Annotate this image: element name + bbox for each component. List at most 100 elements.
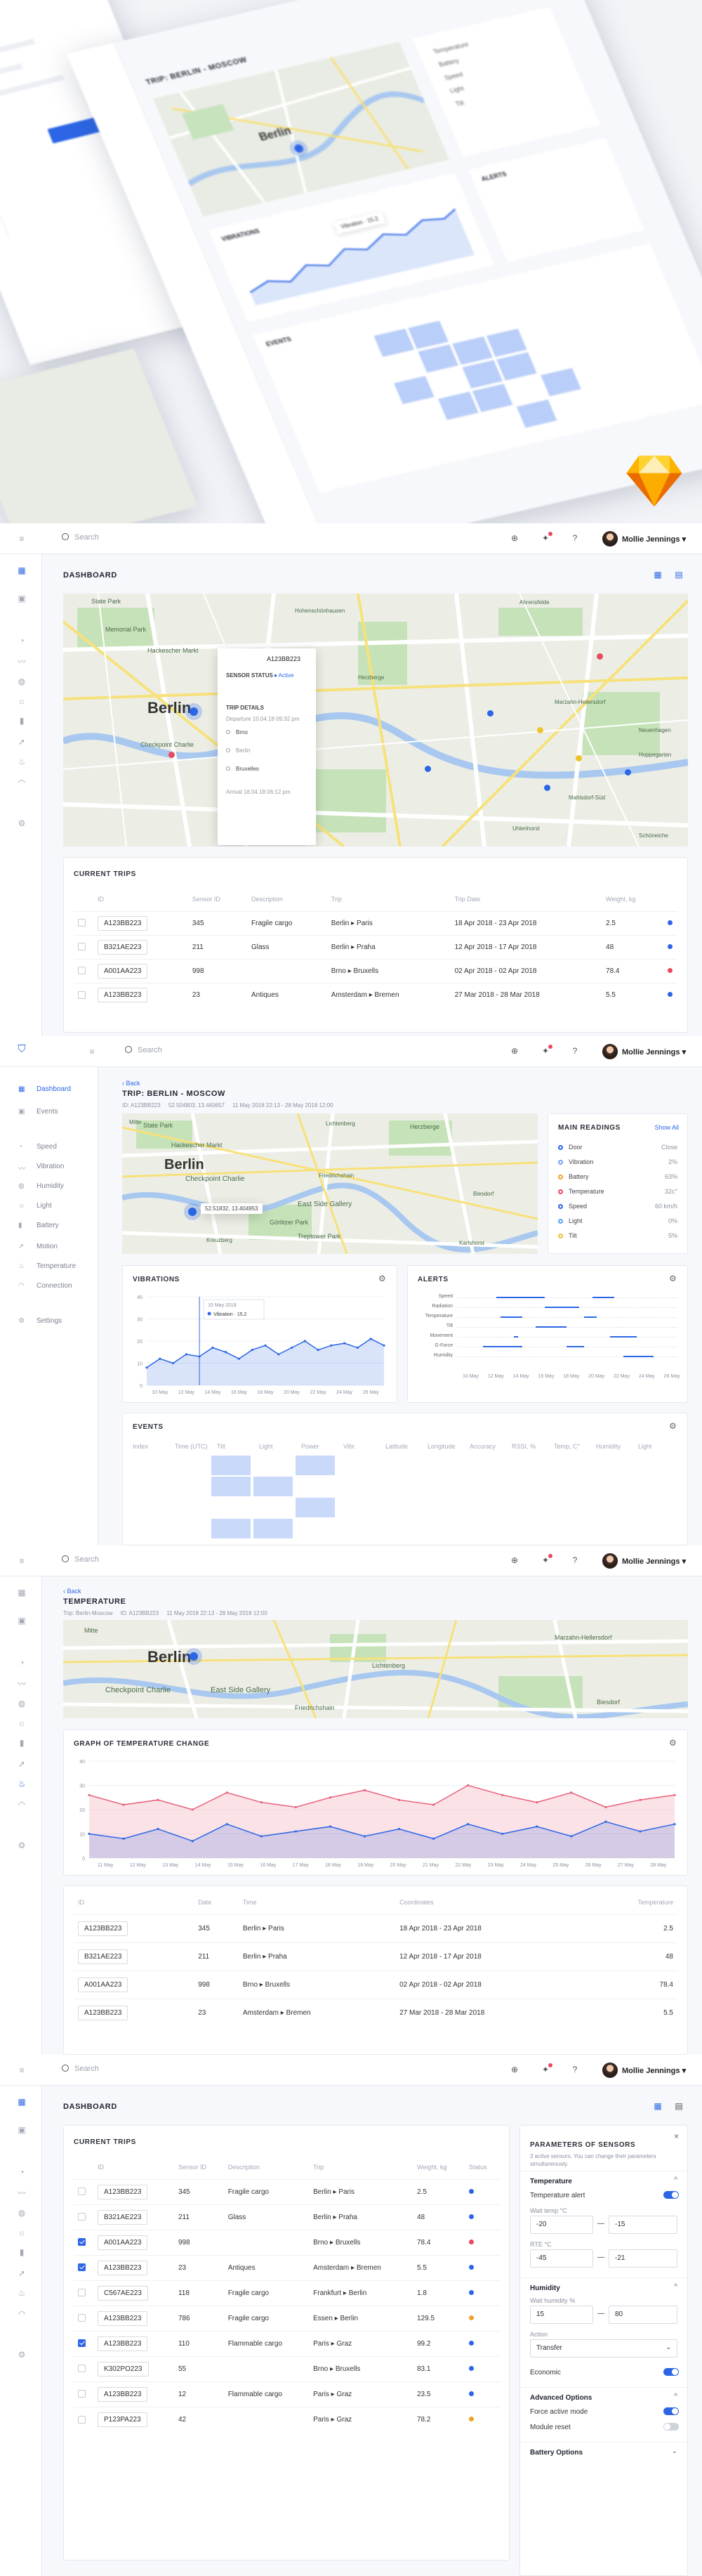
column-header[interactable]: ID — [93, 2155, 174, 2179]
column-header[interactable]: Weight, kg — [413, 2155, 465, 2179]
chevron-up-icon[interactable]: ^ — [674, 2176, 677, 2184]
trip-id[interactable]: A123BB223 — [98, 987, 148, 1002]
data-point[interactable] — [673, 1823, 676, 1826]
alert-span[interactable] — [536, 1326, 567, 1328]
data-point[interactable] — [157, 1828, 159, 1831]
column-header[interactable]: Description — [247, 887, 327, 911]
events-column-header[interactable]: Longitude — [428, 1443, 456, 1450]
alert-span[interactable] — [566, 1346, 584, 1347]
data-point[interactable] — [157, 1798, 159, 1801]
light-icon[interactable]: ☼ — [17, 1718, 27, 1728]
trip-id[interactable]: C567AE223 — [98, 2285, 148, 2301]
user-menu[interactable]: Mollie Jennings ▾ — [622, 1047, 686, 1057]
action-select[interactable]: Transfer ⌄ — [530, 2339, 677, 2358]
trip-id[interactable]: A123BB223 — [78, 2005, 128, 2020]
data-point[interactable] — [211, 1346, 214, 1349]
table-row[interactable]: A123BB223 345 Fragile cargo Berlin ▸ Paris 1… — [74, 910, 677, 935]
avatar[interactable] — [602, 2062, 618, 2078]
events-column-header[interactable]: Latitude — [385, 1443, 408, 1450]
data-point[interactable] — [159, 1357, 161, 1360]
data-point[interactable] — [673, 1793, 676, 1796]
table-row[interactable]: B321AE223 211 Glass Berlin ▸ Praha 48 — [74, 2204, 501, 2230]
table-row[interactable]: A123BB223 345 Berlin ▸ Paris 18 Apr 2018 - … — [74, 1914, 677, 1942]
trip-id[interactable]: A123BB223 — [98, 2260, 148, 2275]
data-point[interactable] — [363, 1789, 366, 1791]
data-point[interactable] — [343, 1342, 346, 1345]
avatar[interactable] — [602, 531, 618, 547]
column-header[interactable]: Time — [239, 1890, 395, 1914]
events-heat-cell[interactable] — [211, 1456, 251, 1475]
events-heat-cell[interactable] — [296, 1498, 335, 1517]
data-point[interactable] — [501, 1832, 504, 1836]
back-link[interactable]: ‹ Back — [122, 1080, 140, 1087]
humidity-section-header[interactable]: Humidity — [530, 2284, 560, 2292]
column-header[interactable]: Status — [465, 2155, 501, 2179]
events-column-header[interactable]: Temp, C° — [554, 1443, 580, 1450]
add-user-icon[interactable]: ⊕ — [510, 2065, 519, 2074]
row-checkbox-cell[interactable] — [74, 2254, 93, 2280]
alert-span[interactable] — [610, 1336, 637, 1338]
economic-toggle[interactable] — [663, 2368, 679, 2376]
add-user-icon[interactable]: ⊕ — [510, 1046, 519, 1056]
events-column-header[interactable]: Power — [301, 1443, 319, 1450]
data-point[interactable] — [432, 1803, 435, 1806]
gear-icon[interactable]: ⚙ — [669, 1274, 677, 1283]
column-header[interactable]: Date — [194, 1890, 239, 1914]
table-row[interactable]: A123BB223 786 Fragile cargo Essen ▸ Berlin 1… — [74, 2305, 501, 2331]
data-point[interactable] — [251, 1349, 253, 1352]
speed-icon[interactable]: ◔ — [17, 636, 27, 646]
row-checkbox-cell[interactable] — [74, 2229, 93, 2255]
search-input[interactable]: Search — [62, 1555, 99, 1564]
trip-id[interactable]: B321AE223 — [98, 2209, 148, 2225]
column-header[interactable]: Trip — [327, 887, 451, 911]
data-point[interactable] — [191, 1840, 194, 1843]
column-header[interactable]: Weight, kg — [602, 887, 663, 911]
temperature-alert-toggle[interactable] — [663, 2191, 679, 2199]
table-row[interactable]: K302PO223 55 Brno ▸ Bruxells 83.1 — [74, 2355, 501, 2381]
grid-icon[interactable]: ▦ — [17, 565, 27, 575]
data-point[interactable] — [225, 1351, 227, 1354]
calendar-icon[interactable]: ▣ — [17, 2125, 27, 2135]
nav-item-vibration[interactable]: 〰 Vibration — [18, 1163, 64, 1173]
temperature-section-header[interactable]: Temperature — [530, 2178, 572, 2185]
settings-icon[interactable]: ⚙ — [17, 2350, 27, 2360]
data-point[interactable] — [369, 1338, 372, 1340]
events-column-header[interactable]: Humidity — [596, 1443, 621, 1450]
column-header[interactable]: ID — [93, 887, 188, 911]
column-header[interactable]: Trip Date — [451, 887, 602, 911]
row-checkbox-cell[interactable] — [74, 2330, 93, 2356]
gear-icon[interactable]: ⚙ — [669, 1422, 677, 1430]
battery-icon[interactable]: ▮ — [17, 1738, 27, 1748]
data-point[interactable] — [570, 1835, 573, 1838]
alert-span[interactable] — [544, 1307, 580, 1308]
settings-icon[interactable]: ⚙ — [17, 1841, 27, 1850]
connection-icon[interactable]: ◠ — [17, 1800, 27, 1810]
column-header[interactable]: Temperature — [588, 1890, 677, 1914]
trip-id[interactable]: A001AA223 — [98, 2235, 148, 2250]
calendar-icon[interactable]: ▣ — [17, 1616, 27, 1626]
map-view-icon[interactable]: ▤ — [674, 570, 684, 580]
alert-span[interactable] — [483, 1346, 523, 1347]
row-checkbox-cell[interactable] — [74, 2280, 93, 2306]
search-input[interactable]: Search — [125, 1046, 162, 1054]
data-point[interactable] — [260, 1835, 263, 1838]
nav-item-battery[interactable]: ▮ Battery — [18, 1222, 59, 1229]
row-checkbox[interactable] — [78, 2213, 86, 2221]
column-header[interactable]: Description — [224, 2155, 309, 2179]
grid-icon[interactable]: ▦ — [17, 2097, 27, 2107]
gear-icon[interactable]: ⚙ — [669, 1739, 677, 1747]
row-checkbox-cell[interactable] — [74, 958, 93, 983]
add-user-icon[interactable]: ⊕ — [510, 533, 519, 543]
row-checkbox[interactable] — [78, 2314, 86, 2322]
notification-icon[interactable]: ✦ — [541, 532, 552, 543]
temperature-map[interactable]: Berlin Checkpoint Charlie East Side Galler… — [63, 1620, 688, 1718]
alert-span[interactable] — [592, 1297, 615, 1298]
data-point[interactable] — [356, 1346, 359, 1349]
menu-icon[interactable]: ≡ — [17, 1556, 27, 1566]
events-heat-cell[interactable] — [296, 1456, 335, 1475]
back-link[interactable]: ‹ Back — [63, 1588, 81, 1595]
data-point[interactable] — [432, 1837, 435, 1840]
table-row[interactable]: A123BB223 12 Flammable cargo Paris ▸ Graz 23… — [74, 2381, 501, 2407]
search-input[interactable]: Search — [62, 2065, 99, 2073]
grid-view-icon[interactable]: ▦ — [653, 570, 663, 580]
